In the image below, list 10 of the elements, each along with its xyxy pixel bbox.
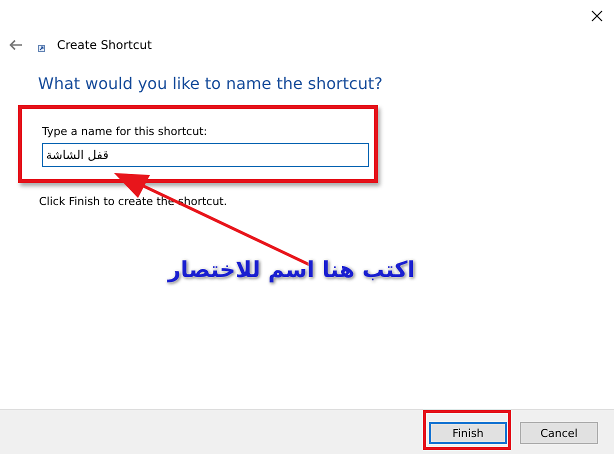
finish-button[interactable]: Finish [429, 422, 507, 444]
close-icon[interactable] [591, 10, 603, 22]
back-arrow-icon[interactable] [9, 39, 23, 51]
input-field[interactable]: قفل الشاشة [42, 143, 369, 167]
shortcut-icon [38, 44, 45, 52]
annotation-text: اكتب هنا اسم للاختصار [168, 258, 415, 283]
page-heading: What would you like to name the shortcut? [38, 74, 384, 93]
window-title: Create Shortcut [57, 38, 152, 52]
cancel-button[interactable]: Cancel [520, 422, 598, 444]
field-label: Type a name for this shortcut: [42, 125, 208, 138]
